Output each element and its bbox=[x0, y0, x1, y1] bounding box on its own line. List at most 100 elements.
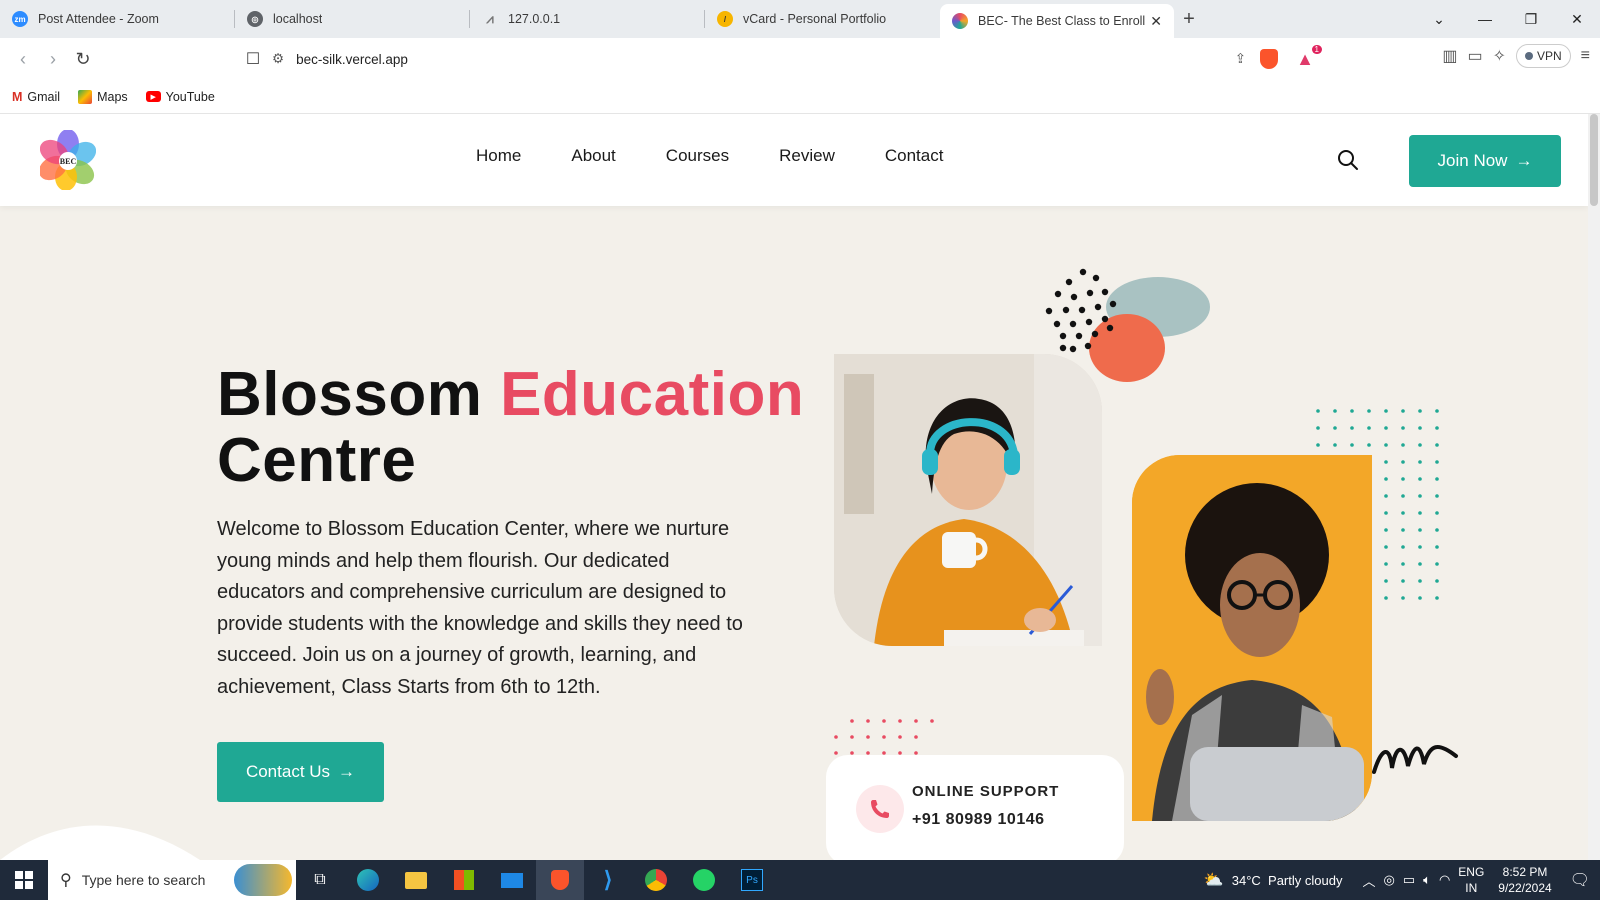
page-viewport: BEC Home About Courses Review Contact Jo… bbox=[0, 114, 1600, 860]
tab-bec[interactable]: BEC- The Best Class to Enroll fo ✕ bbox=[940, 4, 1174, 38]
share-icon[interactable]: ⇪ bbox=[1235, 51, 1246, 67]
hero-title-part1: Blossom bbox=[217, 360, 501, 429]
chrome-icon[interactable] bbox=[632, 860, 680, 900]
brave-shield-icon[interactable] bbox=[1260, 49, 1278, 69]
scrollbar-thumb[interactable] bbox=[1590, 114, 1598, 206]
back-button[interactable]: ‹ bbox=[8, 44, 38, 74]
weather-text[interactable]: 34°C Partly cloudy bbox=[1232, 873, 1343, 888]
mail-icon[interactable] bbox=[488, 860, 536, 900]
nav-contact[interactable]: Contact bbox=[885, 146, 944, 166]
wallet-icon[interactable]: ▭ bbox=[1467, 46, 1482, 66]
hero-title: Blossom Education Centre bbox=[217, 362, 804, 494]
bookmark-gmail[interactable]: M Gmail bbox=[12, 90, 60, 104]
bookmark-youtube[interactable]: ▶ YouTube bbox=[145, 89, 215, 104]
flask-icon: ⩘ bbox=[486, 11, 494, 26]
search-icon[interactable] bbox=[1336, 148, 1360, 172]
tab-vcard[interactable]: / vCard - Personal Portfolio bbox=[705, 0, 940, 38]
forward-button[interactable]: › bbox=[38, 44, 68, 74]
nav-courses[interactable]: Courses bbox=[666, 146, 729, 166]
tab-label: Post Attendee - Zoom bbox=[38, 12, 159, 26]
clock[interactable]: 8:52 PM 9/22/2024 bbox=[1498, 864, 1551, 896]
tab-search-icon[interactable]: ⌄ bbox=[1416, 11, 1462, 28]
photoshop-icon[interactable]: Ps bbox=[728, 860, 776, 900]
leo-ai-icon[interactable]: ✧ bbox=[1493, 46, 1506, 66]
support-title: ONLINE SUPPORT bbox=[912, 783, 1060, 800]
brave-taskbar-icon[interactable] bbox=[536, 860, 584, 900]
wave-decoration bbox=[0, 825, 200, 860]
bec-icon bbox=[952, 13, 968, 29]
start-button[interactable] bbox=[0, 860, 48, 900]
nav-review[interactable]: Review bbox=[779, 146, 835, 166]
bookmark-label: YouTube bbox=[165, 89, 215, 104]
bookmarks-bar: M Gmail Maps ▶ YouTube bbox=[0, 80, 1600, 114]
contact-us-label: Contact Us bbox=[245, 762, 331, 781]
hero-title-part2: Centre bbox=[217, 426, 417, 495]
tab-label: vCard - Personal Portfolio bbox=[743, 12, 887, 26]
phone-icon[interactable] bbox=[856, 785, 904, 833]
site-info-icon[interactable]: ⚙ bbox=[272, 51, 284, 67]
student-photo-woman bbox=[834, 354, 1102, 646]
notifications-icon[interactable]: 🗨︎ bbox=[1570, 870, 1590, 890]
logo-text: BEC bbox=[60, 157, 77, 166]
volume-icon[interactable]: 🔈︎ bbox=[1423, 872, 1431, 888]
contact-us-button[interactable]: Contact Us → bbox=[217, 742, 384, 802]
search-highlight-icon bbox=[234, 864, 292, 896]
lang-1: ENG bbox=[1458, 865, 1485, 879]
tab-localhost[interactable]: ◎ localhost bbox=[235, 0, 470, 38]
task-view-icon[interactable]: ⧉ bbox=[296, 860, 344, 900]
brave-rewards-icon[interactable]: ▲ bbox=[1296, 49, 1314, 70]
close-tab-icon[interactable]: ✕ bbox=[1150, 13, 1162, 30]
vscode-icon[interactable]: ⟩ bbox=[584, 860, 632, 900]
address-bar-row: ‹ › ↻ ☐ ⚙ bec-silk.vercel.app ⇪ ▲ 1 ▥ ▭ … bbox=[0, 38, 1600, 80]
site-navbar: BEC Home About Courses Review Contact Jo… bbox=[0, 114, 1588, 206]
pink-dot-grid bbox=[834, 719, 934, 755]
windows-taskbar: ⚲ Type here to search ⧉ ⟩ Ps ⛅ 34°C Part… bbox=[0, 860, 1600, 900]
new-tab-button[interactable]: + bbox=[1174, 0, 1204, 38]
vcard-icon: / bbox=[717, 11, 733, 27]
tab-127[interactable]: ⩘ 127.0.0.1 bbox=[470, 0, 705, 38]
whatsapp-icon[interactable] bbox=[680, 860, 728, 900]
arrow-right-icon: → bbox=[1515, 151, 1533, 170]
gmail-icon: M bbox=[12, 89, 23, 104]
system-tray: ⛅ 34°C Partly cloudy ︿ ◎ ▭ 🔈︎ ◠ ENG IN 8… bbox=[1204, 860, 1600, 900]
nav-home[interactable]: Home bbox=[476, 146, 521, 166]
join-now-button[interactable]: Join Now → bbox=[1409, 135, 1561, 187]
bookmark-maps[interactable]: Maps bbox=[78, 89, 128, 104]
main-nav: Home About Courses Review Contact bbox=[476, 146, 943, 166]
edge-icon[interactable] bbox=[344, 860, 392, 900]
minimize-button[interactable]: — bbox=[1462, 11, 1508, 27]
bookmark-icon[interactable]: ☐ bbox=[238, 44, 268, 74]
menu-icon[interactable]: ≡ bbox=[1581, 47, 1590, 65]
page-scrollbar[interactable] bbox=[1588, 114, 1600, 860]
vpn-button[interactable]: VPN bbox=[1515, 44, 1571, 68]
bec-logo[interactable]: BEC bbox=[40, 130, 96, 190]
tab-label: 127.0.0.1 bbox=[508, 12, 561, 26]
squiggle-decoration bbox=[1372, 745, 1458, 774]
language-indicator[interactable]: ENG IN bbox=[1458, 864, 1484, 896]
support-phone[interactable]: +91 80989 10146 bbox=[912, 811, 1045, 829]
file-explorer-icon[interactable] bbox=[392, 860, 440, 900]
close-window-button[interactable]: ✕ bbox=[1554, 11, 1600, 28]
meet-icon[interactable]: ◎ bbox=[1383, 872, 1394, 888]
url-bar[interactable]: ⚙ bec-silk.vercel.app ⇪ ▲ 1 bbox=[272, 43, 1326, 75]
window-controls: ⌄ — ❐ ✕ bbox=[1416, 0, 1600, 38]
hero-description: Welcome to Blossom Education Center, whe… bbox=[217, 518, 743, 698]
taskbar-search[interactable]: ⚲ Type here to search bbox=[48, 860, 296, 900]
maps-icon bbox=[78, 89, 93, 104]
chevron-up-icon[interactable]: ︿ bbox=[1362, 871, 1375, 890]
orange-blob bbox=[1089, 314, 1165, 382]
sidebar-icon[interactable]: ▥ bbox=[1442, 46, 1457, 66]
restore-button[interactable]: ❐ bbox=[1508, 11, 1554, 28]
toolbar-icons: ▥ ▭ ✧ VPN ≡ bbox=[1442, 44, 1590, 68]
clock-time: 8:52 PM bbox=[1502, 865, 1548, 879]
nav-about[interactable]: About bbox=[571, 146, 615, 166]
clock-date: 9/22/2024 bbox=[1498, 881, 1552, 895]
tab-zoom[interactable]: zm Post Attendee - Zoom bbox=[0, 0, 235, 38]
reload-button[interactable]: ↻ bbox=[68, 44, 98, 74]
tab-label: localhost bbox=[273, 12, 323, 26]
url-text: bec-silk.vercel.app bbox=[296, 51, 408, 67]
battery-icon[interactable]: ▭ bbox=[1403, 872, 1415, 888]
tab-strip: zm Post Attendee - Zoom ◎ localhost ⩘ 12… bbox=[0, 0, 1600, 38]
store-icon[interactable] bbox=[440, 860, 488, 900]
wifi-icon[interactable]: ◠ bbox=[1439, 872, 1450, 888]
